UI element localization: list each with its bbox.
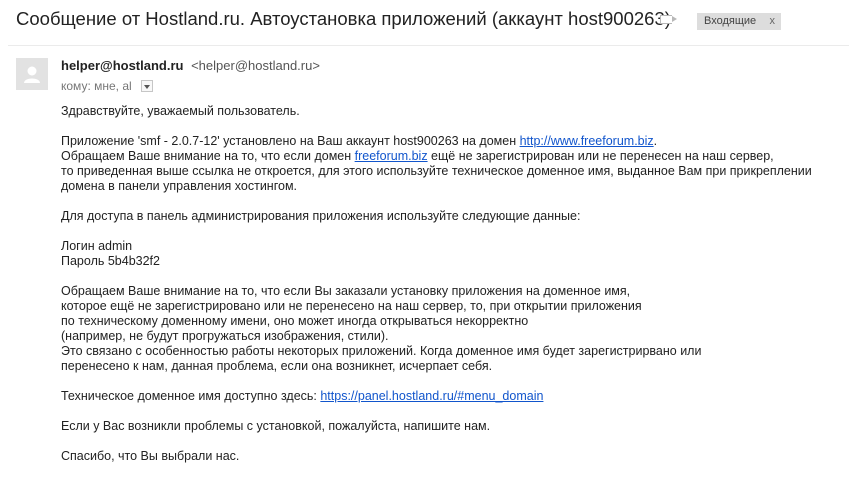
sender-email: <helper@hostland.ru> (191, 58, 320, 73)
sender-line: helper@hostland.ru <helper@hostland.ru> (61, 58, 320, 73)
inbox-label-text: Входящие (704, 15, 757, 27)
body-line: то приведенная выше ссылка не откроется,… (61, 164, 812, 178)
freeforum-domain-link[interactable]: freeforum.biz (355, 149, 428, 163)
body-line: Если у Вас возникли проблемы с установко… (61, 419, 491, 433)
body-line: Техническое доменное имя доступно здесь:… (61, 389, 544, 403)
sender-avatar[interactable] (16, 58, 48, 90)
message-body: Здравствуйте, уважаемый пользователь. Пр… (61, 104, 841, 464)
body-line: перенесено к нам, данная проблема, если … (61, 359, 493, 373)
login-line: Логин admin (61, 239, 133, 253)
body-line: домена в панели управления хостингом. (61, 179, 298, 193)
recipients-line: кому: мне, al (61, 79, 132, 93)
person-icon (16, 58, 48, 90)
greeting: Здравствуйте, уважаемый пользователь. (61, 104, 300, 118)
body-line: Это связано с особенностью работы некото… (61, 344, 702, 358)
freeforum-url-link[interactable]: http://www.freeforum.biz (520, 134, 654, 148)
email-subject: Сообщение от Hostland.ru. Автоустановка … (16, 8, 671, 29)
password-line: Пароль 5b4b32f2 (61, 254, 160, 268)
body-line: (например, не будут прогружаться изображ… (61, 329, 389, 343)
body-line: которое ещё не зарегистрировано или не п… (61, 299, 642, 313)
body-line: Приложение 'smf - 2.0.7-12' установлено … (61, 134, 658, 148)
sender-name[interactable]: helper@hostland.ru (61, 58, 183, 73)
body-line: Обращаем Ваше внимание на то, что если В… (61, 284, 631, 298)
body-line: Обращаем Ваше внимание на то, что если д… (61, 149, 774, 163)
remove-label-button[interactable]: x (770, 13, 776, 30)
email-header: Сообщение от Hostland.ru. Автоустановка … (0, 0, 849, 46)
label-icon[interactable] (660, 15, 677, 24)
header-divider (8, 45, 849, 46)
body-line: Для доступа в панель администрирования п… (61, 209, 581, 223)
panel-domain-link[interactable]: https://panel.hostland.ru/#menu_domain (320, 389, 543, 403)
closing-line: Спасибо, что Вы выбрали нас. (61, 449, 240, 463)
inbox-label-chip[interactable]: Входящие x (697, 13, 781, 30)
show-details-button[interactable] (141, 80, 153, 92)
body-line: по техническому доменному имени, оно мож… (61, 314, 529, 328)
